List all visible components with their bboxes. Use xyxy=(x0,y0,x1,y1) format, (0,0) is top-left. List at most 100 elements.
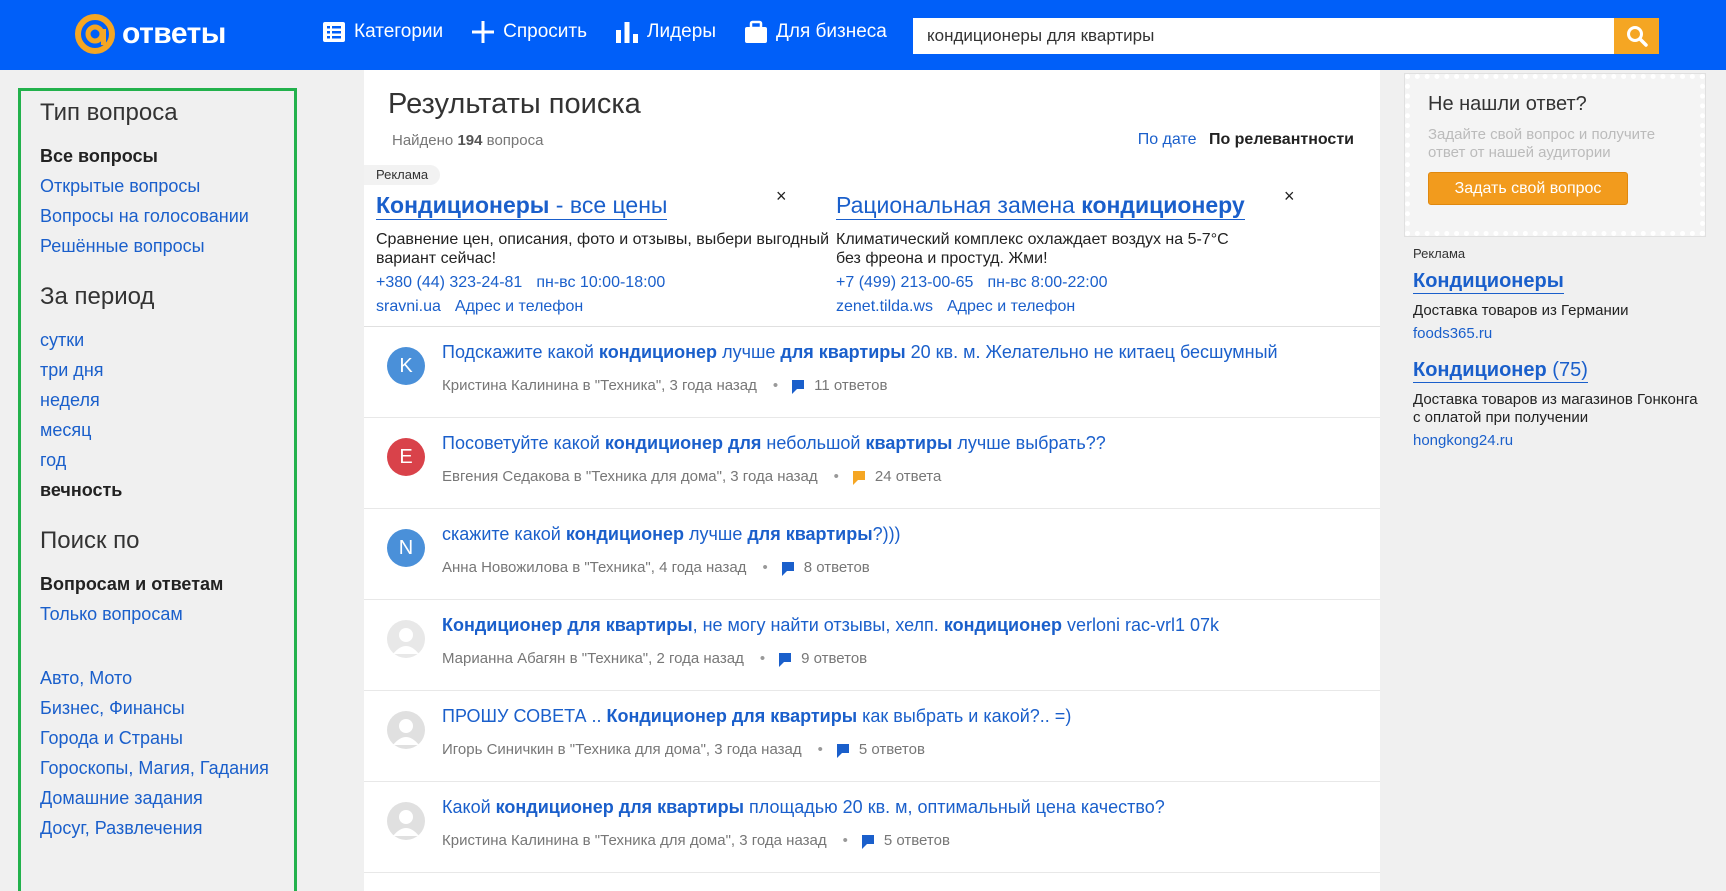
period-day[interactable]: сутки xyxy=(40,325,294,355)
period-three-days[interactable]: три дня xyxy=(40,355,294,385)
ad-domain[interactable]: foods365.ru xyxy=(1413,325,1703,342)
answer-bubble-icon xyxy=(836,743,849,758)
answer-bubble-icon xyxy=(781,561,794,576)
ad-title-bold: Кондиционеры xyxy=(376,192,550,218)
search-icon xyxy=(1626,26,1648,47)
answers-count[interactable]: 11 ответов xyxy=(814,377,887,394)
search-button[interactable] xyxy=(1614,18,1659,54)
ad-title-bold: кондиционеру xyxy=(1081,192,1245,218)
answers-count[interactable]: 8 ответов xyxy=(804,559,870,576)
filter-all-questions[interactable]: Все вопросы xyxy=(40,141,294,171)
results-count: Найдено 194 вопроса xyxy=(392,132,543,149)
category-homework[interactable]: Домашние задания xyxy=(40,783,294,813)
answer-bubble-icon xyxy=(852,470,865,485)
separator-dot: • xyxy=(842,832,848,849)
title-text: Подскажите какой xyxy=(442,342,599,362)
avatar[interactable]: K xyxy=(387,347,425,385)
question-title-link[interactable]: Кондиционер для квартиры, не могу найти … xyxy=(442,615,1219,636)
period-eternity[interactable]: вечность xyxy=(40,475,294,505)
filter-voting-questions[interactable]: Вопросы на голосовании xyxy=(40,201,294,231)
separator-dot: • xyxy=(833,468,839,485)
ad-title-rest: (75) xyxy=(1546,359,1588,381)
answers-count[interactable]: 5 ответов xyxy=(884,832,950,849)
sort-by-relevance[interactable]: По релевантности xyxy=(1209,131,1354,148)
highlighted-term: для квартиры xyxy=(747,524,873,544)
ad-domain[interactable]: zenet.tilda.ws xyxy=(836,298,933,315)
ad-phone[interactable]: +380 (44) 323-24-81 xyxy=(376,274,522,291)
title-text: лучше xyxy=(717,342,781,362)
question-meta: Марианна Абагян в "Техника", 2 года наза… xyxy=(442,650,867,667)
period-month[interactable]: месяц xyxy=(40,415,294,445)
highlighted-term: кондиционер xyxy=(943,615,1062,635)
question-author-category: Анна Новожилова в "Техника", 4 года наза… xyxy=(442,559,747,576)
ad-domain[interactable]: sravni.ua xyxy=(376,298,441,315)
title-text: лучше выбрать?? xyxy=(952,433,1106,453)
bar-chart-icon xyxy=(616,22,639,43)
search-by-group: Поиск по Вопросам и ответам Только вопро… xyxy=(40,527,294,629)
nav-categories[interactable]: Категории xyxy=(322,20,443,44)
avatar[interactable] xyxy=(387,620,425,658)
avatar[interactable]: N xyxy=(387,529,425,567)
search-by-heading: Поиск по xyxy=(40,527,140,554)
title-text: 20 кв. м. Желательно не китаец бесшумный xyxy=(905,342,1278,362)
briefcase-icon xyxy=(744,20,767,43)
answers-count[interactable]: 9 ответов xyxy=(801,650,867,667)
question-title-link[interactable]: Какой кондиционер для квартиры площадью … xyxy=(442,797,1165,818)
search-input[interactable] xyxy=(913,18,1614,54)
answers-count[interactable]: 5 ответов xyxy=(859,741,925,758)
nav-ask[interactable]: Спросить xyxy=(471,20,587,44)
avatar[interactable] xyxy=(387,802,425,840)
filter-open-questions[interactable]: Открытые вопросы xyxy=(40,171,294,201)
category-leisure[interactable]: Досуг, Развлечения xyxy=(40,813,294,843)
page-title: Результаты поиска xyxy=(388,88,641,120)
close-icon[interactable]: × xyxy=(776,186,787,207)
ad-phone[interactable]: +7 (499) 213-00-65 xyxy=(836,274,973,291)
ad-domain[interactable]: hongkong24.ru xyxy=(1413,432,1703,449)
not-found-box: Не нашли ответ? Задайте свой вопрос и по… xyxy=(1404,73,1706,237)
logo[interactable]: ответы xyxy=(74,12,226,56)
avatar[interactable]: E xyxy=(387,438,425,476)
search-by-questions-answers[interactable]: Вопросам и ответам xyxy=(40,569,294,599)
ask-question-button[interactable]: Задать свой вопрос xyxy=(1428,172,1628,205)
category-horoscopes[interactable]: Гороскопы, Магия, Гадания xyxy=(40,753,294,783)
separator-dot: • xyxy=(772,377,779,394)
answer-bubble-icon xyxy=(861,834,874,849)
results-count-prefix: Найдено xyxy=(392,132,454,149)
nav-leaders[interactable]: Лидеры xyxy=(615,20,716,44)
question-title-link[interactable]: скажите какой кондиционер лучше для квар… xyxy=(442,524,901,545)
ad-title[interactable]: Кондиционеры - все цены xyxy=(376,192,668,220)
logo-at-icon xyxy=(74,13,116,55)
main-nav: Категории Спросить Лидеры Для бизнеса xyxy=(322,20,915,44)
category-business[interactable]: Бизнес, Финансы xyxy=(40,693,294,723)
ad-address-link[interactable]: Адрес и телефон xyxy=(947,298,1075,315)
ad-description: Климатический комплекс охлаждает воздух … xyxy=(836,231,1229,267)
filter-solved-questions[interactable]: Решённые вопросы xyxy=(40,231,294,261)
ad-title[interactable]: Кондиционеры xyxy=(1413,270,1564,294)
ad-title[interactable]: Кондиционер (75) xyxy=(1413,359,1588,383)
title-text: скажите какой xyxy=(442,524,566,544)
user-silhouette-icon xyxy=(393,628,419,654)
close-icon[interactable]: × xyxy=(1284,186,1295,207)
search-by-questions-only[interactable]: Только вопросам xyxy=(40,599,294,629)
category-cities[interactable]: Города и Страны xyxy=(40,723,294,753)
question-title-link[interactable]: Посоветуйте какой кондиционер для неболь… xyxy=(442,433,1106,454)
sort-by-date[interactable]: По дате xyxy=(1138,131,1197,148)
ad-title-bold: Кондиционеры xyxy=(1413,270,1564,292)
question-row: Nскажите какой кондиционер лучше для ква… xyxy=(364,509,1380,600)
answers-count[interactable]: 24 ответа xyxy=(875,468,941,485)
ad-hours: пн-вс 10:00-18:00 xyxy=(536,274,666,291)
avatar[interactable] xyxy=(387,711,425,749)
period-week[interactable]: неделя xyxy=(40,385,294,415)
categories-group: Авто, Мото Бизнес, Финансы Города и Стра… xyxy=(40,663,294,843)
title-text: как выбрать и какой?.. =) xyxy=(857,706,1072,726)
ad-label: Реклама xyxy=(364,165,441,185)
period-year[interactable]: год xyxy=(40,445,294,475)
ad-description: Доставка товаров из магазинов Гонконга с… xyxy=(1413,391,1698,426)
question-title-link[interactable]: Подскажите какой кондиционер лучше для к… xyxy=(442,342,1278,363)
ad-address-link[interactable]: Адрес и телефон xyxy=(455,298,583,315)
user-silhouette-icon xyxy=(393,719,419,745)
category-auto[interactable]: Авто, Мото xyxy=(40,663,294,693)
nav-business[interactable]: Для бизнеса xyxy=(744,20,887,44)
question-title-link[interactable]: ПРОШУ СОВЕТА .. Кондиционер для квартиры… xyxy=(442,706,1071,727)
ad-title[interactable]: Рациональная замена кондиционеру xyxy=(836,192,1245,220)
